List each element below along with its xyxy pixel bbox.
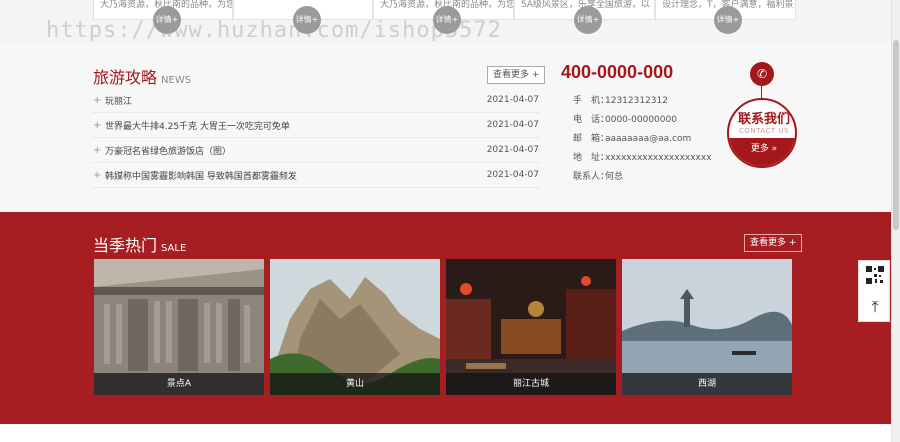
contact-row: 手 机：12312312312 [573,94,712,113]
hot-item-card[interactable]: 丽江古城 [446,259,616,395]
news-title[interactable]: 韩媒称中国雾霾影响韩国 导致韩国首都雾霾频发 [105,169,487,182]
hot-item-caption: 西湖 [622,373,792,395]
list-item[interactable]: + 玩丽江 2021-04-07 [93,88,539,113]
list-item[interactable]: + 万豪冠名省绿色旅游饭店（图） 2021-04-07 [93,138,539,163]
hot-item-caption: 黄山 [270,373,440,395]
hot-section-title: 当季热门 SALE [93,232,186,256]
news-date: 2021-04-07 [486,170,539,180]
news-list: + 玩丽江 2021-04-07 + 世界最大牛排4.25千克 大胃王一次吃完可… [93,88,539,188]
phone-icon: ✆ [750,62,774,86]
list-item[interactable]: + 世界最大牛排4.25千克 大胃王一次吃完可免单 2021-04-07 [93,113,539,138]
detail-button[interactable]: 详情+ [574,6,602,34]
contact-badge[interactable]: ✆ 联系我们 CONTACT US 更多 » [727,62,797,200]
guide-title-text: 旅游攻略 [93,68,158,87]
news-title[interactable]: 玩丽江 [105,94,487,107]
contact-key: 电 话： [573,115,610,125]
contact-row: 邮 箱：aaaaaaaa@aa.com [573,132,712,151]
badge-title: 联系我们 [737,112,790,127]
contact-key: 邮 箱： [573,134,610,144]
footer-strip [0,424,900,442]
news-title[interactable]: 世界最大牛排4.25千克 大胃王一次吃完可免单 [105,119,487,132]
hotline-number: 400-0000-000 [561,62,674,82]
contact-value: 0000-00000000 [605,115,677,125]
hot-item-card[interactable]: 景点A [94,259,264,395]
news-date: 2021-04-07 [486,95,539,105]
contact-value: 12312312312 [605,96,668,106]
news-date: 2021-04-07 [486,145,539,155]
hot-more-button[interactable]: 查看更多 + [744,234,803,252]
badge-subtitle: CONTACT US [739,127,789,135]
plus-icon: + [93,119,102,131]
back-to-top-icon[interactable]: ⤒ [865,297,885,317]
list-item[interactable]: + 韩媒称中国雾霾影响韩国 导致韩国首都雾霾频发 2021-04-07 [93,163,539,188]
badge-more-link[interactable]: 更多 » [729,138,795,166]
guide-more-button[interactable]: 查看更多 + [487,66,546,84]
hot-section: 当季热门 SALE 查看更多 + 景点A 黄山 丽江古城 西湖 [0,212,900,424]
contact-key: 手 机： [573,96,610,106]
plus-icon: + [93,94,102,106]
contact-value: aaaaaaaa@aa.com [605,134,692,144]
floating-toolbar: ⤒ [858,260,890,322]
page-scrollbar[interactable] [891,0,900,442]
guide-contact-section: 旅游攻略 NEWS 查看更多 + + 玩丽江 2021-04-07 + 世界最大牛… [0,42,900,212]
detail-button[interactable]: 详情+ [714,6,742,34]
hot-item-caption: 景点A [94,373,264,395]
hot-item-card[interactable]: 西湖 [622,259,792,395]
contact-value: xxxxxxxxxxxxxxxxxxxx [605,153,712,163]
contact-key: 地 址： [573,153,610,163]
plus-icon: + [93,144,102,156]
hot-item-caption: 丽江古城 [446,373,616,395]
scrollbar-thumb[interactable] [893,40,899,230]
news-title[interactable]: 万豪冠名省绿色旅游饭店（图） [105,144,487,157]
contact-key: 联系人： [573,172,610,182]
hot-title-text: 当季热门 [93,236,158,255]
guide-section-title: 旅游攻略 NEWS [93,64,191,88]
watermark: https://www.huzhan.com/ishop3572 [46,18,502,43]
hot-item-card[interactable]: 黄山 [270,259,440,395]
qr-code-icon[interactable] [865,265,885,285]
contact-info: 手 机：12312312312 电 话：0000-00000000 邮 箱：aa… [573,94,712,189]
contact-value: 何总 [605,172,624,182]
plus-icon: + [93,169,102,181]
contact-us-badge[interactable]: 联系我们 CONTACT US 更多 » [727,98,797,168]
contact-row: 地 址：xxxxxxxxxxxxxxxxxxxx [573,151,712,170]
guide-title-en: NEWS [161,75,192,86]
contact-row: 电 话：0000-00000000 [573,113,712,132]
contact-row: 联系人：何总 [573,170,712,189]
news-date: 2021-04-07 [486,120,539,130]
hot-title-en: SALE [161,243,187,254]
